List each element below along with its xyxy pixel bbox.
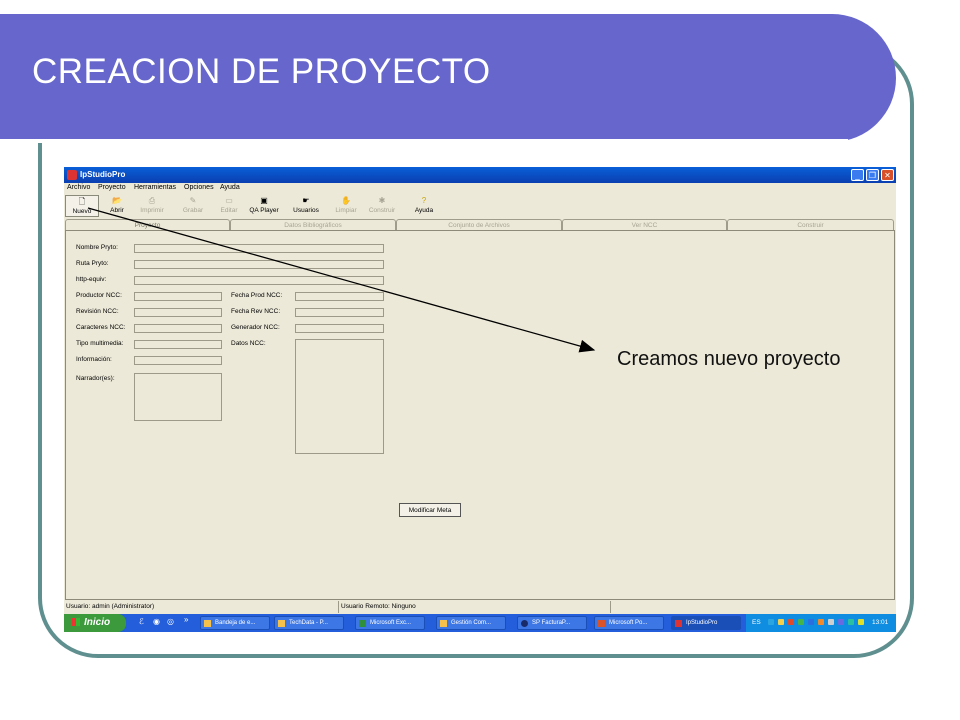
callout-text: Creamos nuevo proyecto	[617, 348, 841, 370]
